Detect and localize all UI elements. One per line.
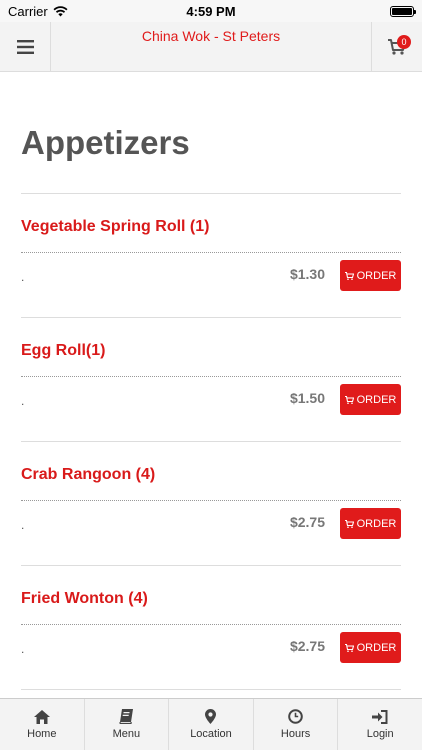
cart-button[interactable]: 0 bbox=[371, 22, 422, 72]
menu-content[interactable]: Appetizers Vegetable Spring Roll (1) . $… bbox=[0, 73, 422, 698]
map-pin-icon bbox=[205, 709, 217, 724]
cart-plus-icon bbox=[344, 271, 354, 280]
item-name[interactable]: Fried Wonton (4) bbox=[21, 590, 148, 608]
menu-item: Vegetable Spring Roll (1) . $1.30 ORDER bbox=[21, 194, 401, 318]
item-price: $2.75 bbox=[289, 514, 325, 530]
order-label: ORDER bbox=[356, 517, 397, 530]
item-dotted-divider bbox=[21, 376, 401, 377]
tab-label: Login bbox=[366, 727, 394, 740]
tab-hours[interactable]: Hours bbox=[254, 699, 339, 750]
item-description: . bbox=[21, 518, 25, 532]
tab-label: Menu bbox=[112, 728, 141, 740]
wifi-icon bbox=[53, 5, 68, 16]
cart-count-badge: 0 bbox=[397, 35, 411, 49]
item-description: . bbox=[21, 394, 25, 408]
order-label: ORDER bbox=[356, 641, 397, 654]
menu-item: Egg Roll(1) . $1.50 ORDER bbox=[21, 318, 401, 442]
tab-home[interactable]: Home bbox=[0, 699, 85, 750]
tab-label: Location bbox=[190, 728, 232, 740]
cart-plus-icon bbox=[344, 643, 354, 652]
carrier-label: Carrier bbox=[8, 3, 48, 19]
item-description: . bbox=[21, 642, 25, 656]
item-price: $2.75 bbox=[289, 638, 325, 654]
item-description: . bbox=[21, 270, 25, 284]
hamburger-menu-button[interactable] bbox=[0, 22, 51, 72]
app-header: China Wok - St Peters 0 bbox=[0, 22, 422, 72]
status-left: Carrier bbox=[8, 4, 68, 19]
order-button[interactable]: ORDER bbox=[340, 384, 401, 415]
login-icon bbox=[372, 709, 388, 724]
hamburger-icon bbox=[16, 40, 34, 54]
item-dotted-divider bbox=[21, 500, 401, 501]
item-dotted-divider bbox=[21, 624, 401, 625]
item-name[interactable]: Crab Rangoon (4) bbox=[21, 466, 155, 484]
order-label: ORDER bbox=[356, 393, 397, 406]
item-name[interactable]: Egg Roll(1) bbox=[21, 342, 105, 360]
tab-login[interactable]: Login bbox=[338, 699, 422, 750]
cart-plus-icon bbox=[344, 519, 354, 528]
menu-item: Crab Rangoon (4) . $2.75 ORDER bbox=[21, 442, 401, 566]
order-button[interactable]: ORDER bbox=[340, 632, 401, 663]
item-name[interactable]: Vegetable Spring Roll (1) bbox=[21, 218, 209, 236]
cart-plus-icon bbox=[344, 395, 354, 404]
tab-menu[interactable]: Menu bbox=[85, 699, 170, 750]
item-price: $1.50 bbox=[289, 390, 325, 406]
item-dotted-divider bbox=[21, 252, 401, 253]
bottom-tab-bar: Home Menu Location Hours Login bbox=[0, 698, 422, 750]
menu-item: Fried Wonton (4) . $2.75 ORDER bbox=[21, 566, 401, 690]
app-title: China Wok - St Peters bbox=[141, 28, 281, 44]
tab-label: Home bbox=[27, 727, 57, 740]
book-icon bbox=[119, 709, 133, 724]
tab-location[interactable]: Location bbox=[169, 699, 254, 750]
clock-icon bbox=[288, 709, 303, 724]
order-label: ORDER bbox=[356, 269, 397, 282]
battery-icon bbox=[390, 5, 416, 17]
section-title: Appetizers bbox=[21, 124, 190, 161]
tab-label: Hours bbox=[280, 728, 311, 740]
order-button[interactable]: ORDER bbox=[340, 508, 401, 539]
order-button[interactable]: ORDER bbox=[340, 260, 401, 291]
home-icon bbox=[33, 709, 50, 724]
status-bar: Carrier 4:59 PM bbox=[0, 0, 422, 22]
item-price: $1.30 bbox=[289, 266, 325, 282]
